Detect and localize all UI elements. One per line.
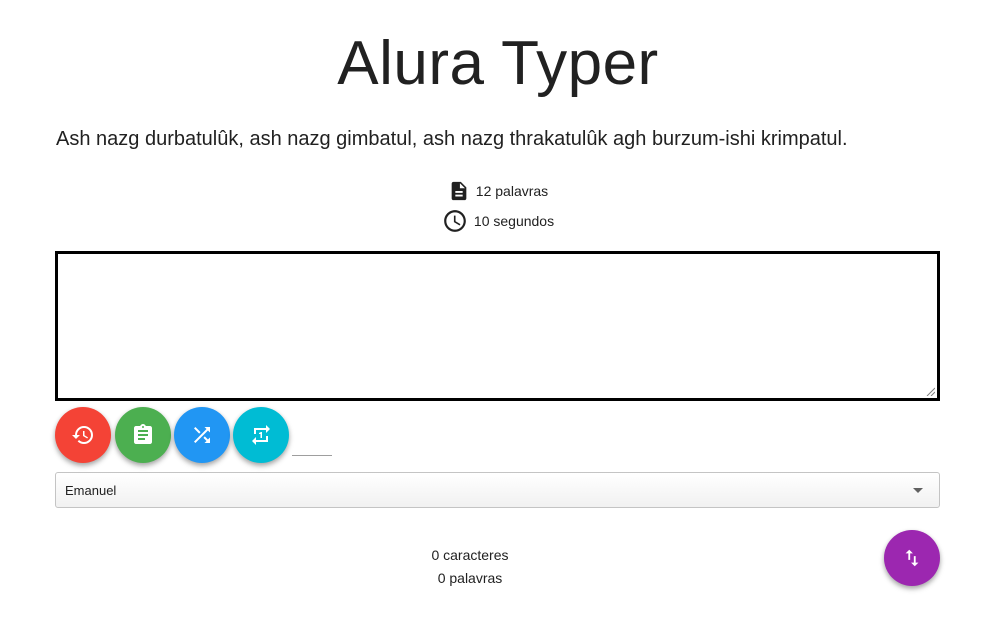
chevron-down-icon: [913, 488, 923, 493]
restart-button[interactable]: [55, 407, 111, 463]
description-icon: [451, 181, 467, 201]
sync-icon: [252, 425, 270, 445]
typing-textarea[interactable]: [58, 254, 937, 398]
small-text-input[interactable]: [292, 434, 332, 456]
word-counter: 0 palavras: [437, 570, 503, 586]
word-count-label: 12 palavras: [475, 183, 549, 199]
scoreboard-button[interactable]: [115, 407, 171, 463]
time-label: 10 segundos: [473, 213, 555, 229]
shuffle-icon: [194, 427, 210, 443]
word-count-info: 12 palavras: [0, 178, 996, 204]
page-title: Alura Typer: [337, 29, 659, 98]
clipboard-icon: [134, 424, 152, 444]
sync-button[interactable]: [233, 407, 289, 463]
character-counter: 0 caracteres: [431, 547, 509, 563]
user-select[interactable]: Emanuel: [55, 472, 940, 508]
typing-phrase: Ash nazg durbatulûk, ash nazg gimbatul, …: [56, 128, 848, 150]
restore-icon: [72, 426, 93, 444]
shuffle-button[interactable]: [174, 407, 230, 463]
resize-grip-icon[interactable]: [925, 386, 935, 396]
clock-icon: [444, 210, 466, 232]
swap-vert-icon: [905, 549, 919, 567]
user-select-value: Emanuel: [65, 482, 117, 498]
time-info: 10 segundos: [0, 208, 996, 234]
typing-area-container: [55, 251, 940, 401]
swap-button[interactable]: [884, 530, 940, 586]
